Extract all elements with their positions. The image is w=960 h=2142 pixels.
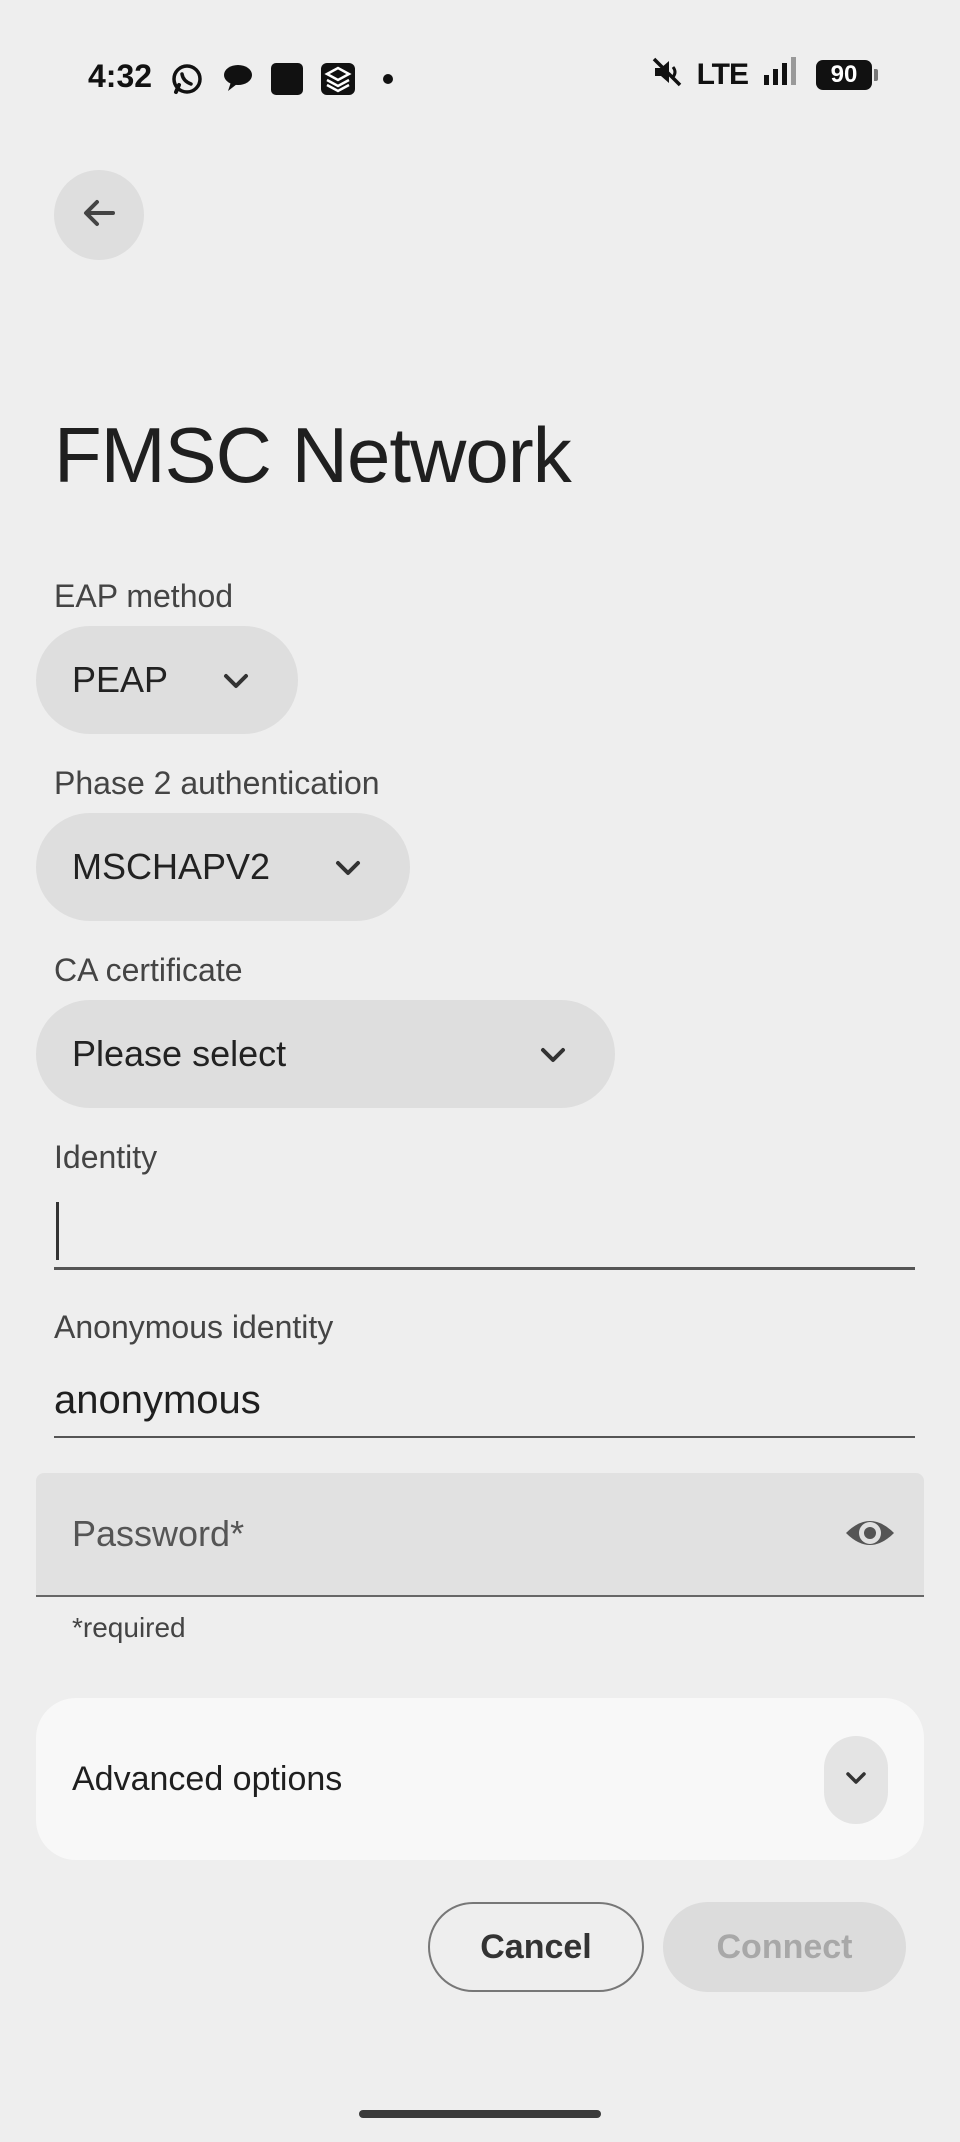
phase2-dropdown[interactable]: MSCHAPV2 [36,813,410,921]
whatsapp-icon [170,62,204,101]
back-button[interactable] [54,170,144,260]
network-type: LTE [696,57,749,91]
text-cursor [56,1202,59,1260]
stack-app-icon [320,62,356,101]
page-title: FMSC Network [54,411,572,499]
battery-indicator: 90 [816,59,878,90]
muted-icon [651,56,683,93]
anonymous-identity-input[interactable]: anonymous [54,1370,915,1438]
advanced-options-label: Advanced options [72,1760,343,1798]
square-app-icon [270,62,304,101]
chat-bubble-icon [222,62,254,99]
ca-certificate-dropdown[interactable]: Please select [36,1000,615,1108]
phase2-value: MSCHAPV2 [72,846,271,887]
chevron-down-icon [842,1764,870,1797]
chevron-down-icon [537,1038,569,1080]
required-note: *required [72,1612,186,1643]
eye-icon[interactable] [844,1511,896,1560]
status-right-group: LTE 90 [651,56,878,93]
phase2-label: Phase 2 authentication [54,765,380,801]
identity-input[interactable] [54,1196,915,1270]
cancel-button[interactable]: Cancel [428,1902,644,1992]
signal-icon [762,57,802,92]
status-time: 4:32 [88,58,153,94]
advanced-options-card[interactable]: Advanced options [36,1698,924,1860]
back-arrow-icon [79,193,119,238]
chevron-down-icon [220,664,252,706]
connect-button[interactable]: Connect [663,1902,906,1992]
ca-certificate-label: CA certificate [54,952,243,988]
dot-icon [382,72,394,90]
anonymous-identity-label: Anonymous identity [54,1309,334,1345]
chevron-down-icon [332,851,364,893]
home-indicator[interactable] [359,2110,601,2118]
password-input[interactable]: Password* [36,1473,924,1597]
eap-method-dropdown[interactable]: PEAP [36,626,298,734]
eap-method-label: EAP method [54,578,234,614]
advanced-options-expand-button[interactable] [824,1736,888,1824]
ca-certificate-value: Please select [72,1033,287,1074]
password-placeholder: Password* [72,1513,245,1554]
eap-method-value: PEAP [72,659,169,700]
identity-label: Identity [54,1139,158,1175]
status-bar: 4:32 LTE 90 [0,0,960,150]
